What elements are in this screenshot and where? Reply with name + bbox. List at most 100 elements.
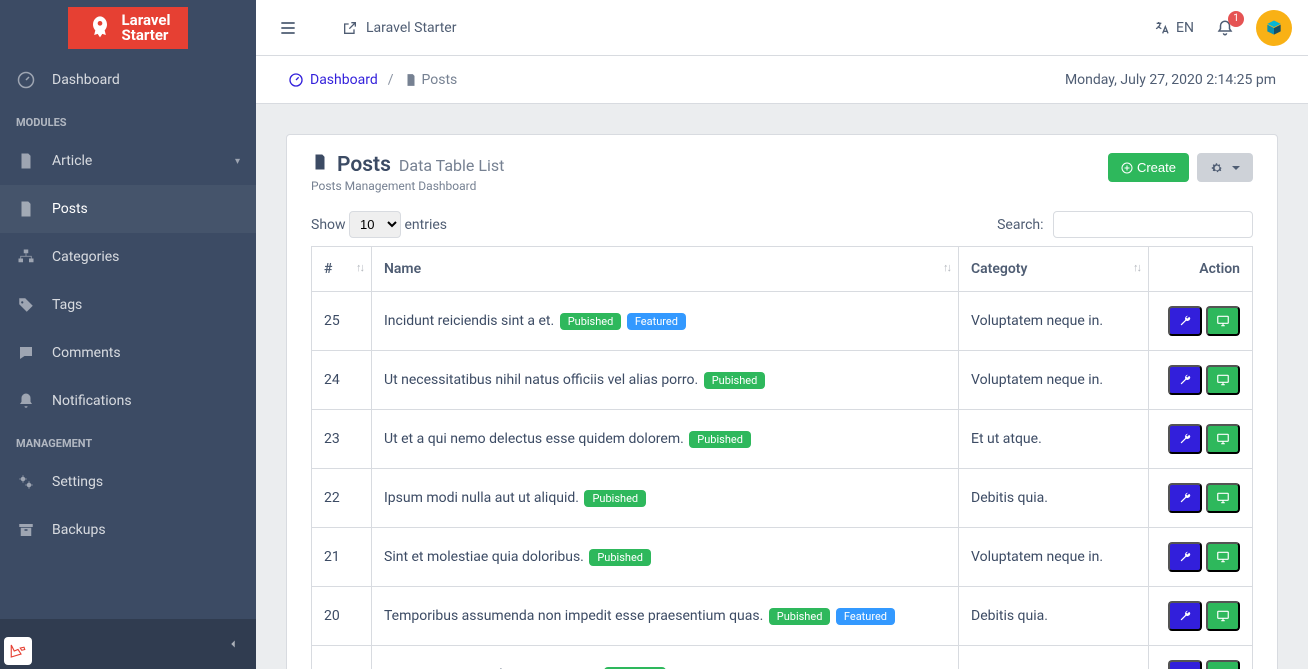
wrench-icon [1178,432,1192,446]
sidebar-item-tags[interactable]: Tags [0,281,256,329]
file-icon [16,199,36,219]
cell-id: 22 [312,469,372,528]
cell-id: 20 [312,587,372,646]
posts-table: # Name Categoty Action 25Incidunt reicie… [311,246,1253,669]
edit-button[interactable] [1168,365,1202,395]
content: Posts Data Table List Posts Management D… [256,104,1308,669]
wrench-icon [1178,491,1192,505]
breadcrumb-dashboard-label: Dashboard [310,72,378,88]
cell-category: Voluptatem neque in. [959,292,1149,351]
col-action: Action [1149,247,1253,292]
translate-icon [1154,20,1170,36]
cell-id: 19 [312,646,372,669]
sidebar-section-modules: MODULES [0,104,256,137]
sidebar-minimizer[interactable] [0,619,256,669]
sidebar-item-posts[interactable]: Posts [0,185,256,233]
page-title-text: Posts [337,153,391,177]
tags-icon [16,295,36,315]
wrench-icon [1178,550,1192,564]
sidebar-item-dashboard[interactable]: Dashboard [0,56,256,104]
post-name: Ipsum modi nulla aut ut aliquid. [384,490,579,506]
desktop-icon [1216,609,1230,623]
table-row: 23Ut et a qui nemo delectus esse quidem … [312,410,1253,469]
sidebar-item-label: Article [52,153,92,169]
sidebar-toggle-button[interactable] [272,12,304,44]
view-button[interactable] [1206,306,1240,336]
cogs-icon [16,472,36,492]
user-avatar[interactable] [1256,10,1292,46]
published-badge: Pubished [584,490,646,507]
view-button[interactable] [1206,365,1240,395]
document-icon [16,151,36,171]
view-button[interactable] [1206,424,1240,454]
cell-name: Quia eum commodi porro non nisi. Pubishe… [372,646,959,669]
comment-icon [16,343,36,363]
wrench-icon [1178,609,1192,623]
cell-id: 25 [312,292,372,351]
sidebar-item-label: Comments [52,345,121,361]
search-input[interactable] [1053,211,1253,238]
breadcrumb-dashboard-link[interactable]: Dashboard [288,72,378,88]
chevron-left-icon [226,637,240,651]
cell-action [1149,469,1253,528]
cell-action [1149,646,1253,669]
notifications-button[interactable]: 1 [1216,19,1234,37]
sidebar-item-article[interactable]: Article ▾ [0,137,256,185]
col-category[interactable]: Categoty [959,247,1149,292]
edit-button[interactable] [1168,660,1202,669]
entries-select[interactable]: 10 [349,211,401,238]
view-button[interactable] [1206,483,1240,513]
view-button[interactable] [1206,542,1240,572]
sidebar-nav: Dashboard MODULES Article ▾ Posts Catego… [0,56,256,619]
topbar-brand-link[interactable]: Laravel Starter [318,20,456,36]
desktop-icon [1216,373,1230,387]
desktop-icon [1216,550,1230,564]
cube-icon [1264,18,1284,38]
cell-name: Incidunt reiciendis sint a et. Pubished … [372,292,959,351]
sidebar-item-comments[interactable]: Comments [0,329,256,377]
col-id[interactable]: # [312,247,372,292]
cell-action [1149,292,1253,351]
chevron-down-icon: ▾ [235,156,240,167]
file-icon [404,73,418,87]
cell-name: Ipsum modi nulla aut ut aliquid. Pubishe… [372,469,959,528]
view-button[interactable] [1206,660,1240,669]
sidebar-item-backups[interactable]: Backups [0,506,256,554]
settings-dropdown-button[interactable] [1197,153,1253,182]
breadcrumb-current: Posts [404,72,458,88]
sidebar-section-management: MANAGEMENT [0,425,256,458]
bell-icon [16,391,36,411]
sidebar-item-notifications[interactable]: Notifications [0,377,256,425]
rocket-icon [86,14,114,42]
sidebar-item-settings[interactable]: Settings [0,458,256,506]
edit-button[interactable] [1168,424,1202,454]
main: Laravel Starter EN 1 [256,0,1308,669]
table-row: 19Quia eum commodi porro non nisi. Pubis… [312,646,1253,669]
sidebar-brand[interactable]: Laravel Starter [0,0,256,56]
cell-category: Et ut atque. [959,646,1149,669]
sidebar-item-categories[interactable]: Categories [0,233,256,281]
laravel-icon [9,642,27,660]
view-button[interactable] [1206,601,1240,631]
plus-circle-icon [1121,162,1133,174]
edit-button[interactable] [1168,542,1202,572]
post-name: Ut necessitatibus nihil natus officiis v… [384,372,698,388]
edit-button[interactable] [1168,601,1202,631]
desktop-icon [1216,491,1230,505]
language-label: EN [1176,20,1194,36]
col-name[interactable]: Name [372,247,959,292]
cell-category: Voluptatem neque in. [959,351,1149,410]
edit-button[interactable] [1168,483,1202,513]
table-row: 25Incidunt reiciendis sint a et. Pubishe… [312,292,1253,351]
published-badge: Pubished [704,372,766,389]
create-button[interactable]: Create [1108,153,1189,182]
post-name: Incidunt reiciendis sint a et. [384,313,554,329]
brand-logo: Laravel Starter [68,7,189,49]
cell-name: Ut et a qui nemo delectus esse quidem do… [372,410,959,469]
language-switcher[interactable]: EN [1154,20,1194,36]
edit-button[interactable] [1168,306,1202,336]
desktop-icon [1216,432,1230,446]
datatable-controls: Show 10 entries Search: [311,211,1253,238]
subheader: Dashboard / Posts Monday, July 27, 2020 … [256,56,1308,104]
search-box: Search: [997,211,1253,238]
